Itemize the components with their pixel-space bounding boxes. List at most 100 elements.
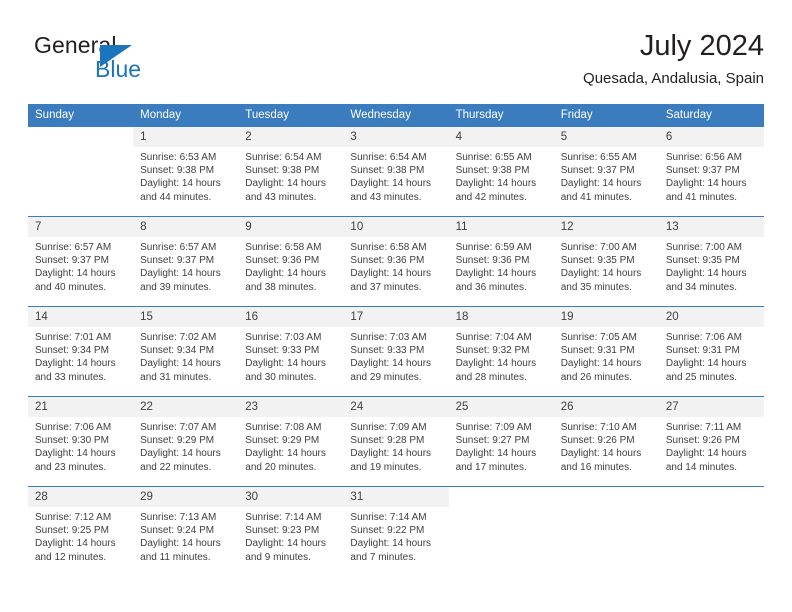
- day-detail-line: and 31 minutes.: [140, 371, 212, 383]
- day-detail-line: Daylight: 14 hours: [665, 268, 747, 280]
- calendar-day-cell[interactable]: 20 Sunrise: 7:06 AM Sunset: 9:31 PM Dayligh…: [658, 306, 764, 397]
- day-detail-line: Sunrise: 6:54 AM: [350, 152, 427, 163]
- day-detail-line: Sunrise: 6:57 AM: [35, 242, 112, 253]
- calendar-day-cell[interactable]: 15 Sunrise: 7:02 AM Sunset: 9:34 PM Dayligh…: [133, 306, 239, 397]
- day-number: 8: [133, 217, 239, 237]
- calendar-week-row: 21 Sunrise: 7:06 AM Sunset: 9:30 PM Dayligh…: [28, 396, 764, 487]
- calendar-day-cell[interactable]: 9 Sunrise: 6:58 AM Sunset: 9:36 PM Daylight…: [238, 216, 344, 307]
- day-number: 4: [448, 127, 554, 147]
- calendar-day-cell[interactable]: 22 Sunrise: 7:07 AM Sunset: 9:29 PM Dayligh…: [133, 396, 239, 487]
- day-detail-line: Sunset: 9:27 PM: [455, 435, 530, 447]
- calendar-day-cell[interactable]: 31 Sunrise: 7:14 AM Sunset: 9:22 PM Dayligh…: [343, 486, 449, 577]
- day-detail-line: Sunrise: 7:08 AM: [245, 422, 322, 433]
- day-detail-line: and 35 minutes.: [560, 281, 632, 293]
- day-detail-line: and 44 minutes.: [140, 191, 212, 203]
- day-number: 3: [343, 127, 449, 147]
- calendar-day-cell[interactable]: 8 Sunrise: 6:57 AM Sunset: 9:37 PM Daylight…: [133, 216, 239, 307]
- day-details: [28, 147, 133, 151]
- calendar-day-cell[interactable]: 4 Sunrise: 6:55 AM Sunset: 9:38 PM Daylight…: [448, 126, 554, 217]
- day-detail-line: and 12 minutes.: [35, 551, 107, 563]
- day-detail-line: Daylight: 14 hours: [560, 268, 642, 280]
- day-detail-line: and 26 minutes.: [560, 371, 632, 383]
- day-detail-line: Sunrise: 7:00 AM: [560, 242, 637, 253]
- calendar-week-row: 1 Sunrise: 6:53 AM Sunset: 9:38 PM Daylight…: [28, 126, 764, 217]
- day-detail-line: Sunset: 9:32 PM: [455, 345, 530, 357]
- day-number: 29: [133, 487, 239, 507]
- day-detail-line: and 17 minutes.: [455, 461, 527, 473]
- day-details: Sunrise: 7:04 AM Sunset: 9:32 PM Daylight:…: [449, 327, 554, 384]
- day-details: Sunrise: 7:13 AM Sunset: 9:24 PM Daylight:…: [133, 507, 238, 564]
- day-details: Sunrise: 7:11 AM Sunset: 9:26 PM Daylight:…: [659, 417, 764, 474]
- day-detail-line: and 11 minutes.: [140, 551, 211, 563]
- calendar-day-cell[interactable]: 2 Sunrise: 6:54 AM Sunset: 9:38 PM Daylight…: [238, 126, 344, 217]
- calendar-day-cell[interactable]: 11 Sunrise: 6:59 AM Sunset: 9:36 PM Dayligh…: [448, 216, 554, 307]
- calendar-day-cell[interactable]: 24 Sunrise: 7:09 AM Sunset: 9:28 PM Dayligh…: [343, 396, 449, 487]
- day-number: 11: [448, 217, 554, 237]
- day-detail-line: Daylight: 14 hours: [140, 358, 221, 370]
- day-details: Sunrise: 7:07 AM Sunset: 9:29 PM Daylight:…: [133, 417, 238, 474]
- calendar-week-row: 7 Sunrise: 6:57 AM Sunset: 9:37 PM Daylight…: [28, 216, 764, 307]
- day-details: Sunrise: 7:05 AM Sunset: 9:31 PM Daylight:…: [554, 327, 659, 384]
- day-detail-line: and 36 minutes.: [455, 281, 527, 293]
- calendar-day-cell[interactable]: 12 Sunrise: 7:00 AM Sunset: 9:35 PM Dayligh…: [553, 216, 659, 307]
- day-detail-line: and 28 minutes.: [455, 371, 527, 383]
- day-details: Sunrise: 7:09 AM Sunset: 9:28 PM Daylight:…: [343, 417, 448, 474]
- calendar-day-cell[interactable]: 6 Sunrise: 6:56 AM Sunset: 9:37 PM Daylight…: [658, 126, 764, 217]
- day-number: 5: [553, 127, 659, 147]
- calendar-day-cell[interactable]: 7 Sunrise: 6:57 AM Sunset: 9:37 PM Daylight…: [28, 216, 134, 307]
- day-number: 21: [28, 397, 134, 417]
- day-number: 12: [553, 217, 659, 237]
- day-detail-line: Sunrise: 6:55 AM: [560, 152, 637, 163]
- day-detail-line: Sunset: 9:37 PM: [35, 255, 109, 267]
- calendar-page: General Blue July 2024 Quesada, Andalusi…: [0, 0, 792, 612]
- calendar-day-cell[interactable]: 25 Sunrise: 7:09 AM Sunset: 9:27 PM Dayligh…: [448, 396, 554, 487]
- day-details: Sunrise: 7:09 AM Sunset: 9:27 PM Daylight:…: [449, 417, 554, 474]
- day-number: 17: [343, 307, 449, 327]
- calendar-day-cell[interactable]: 26 Sunrise: 7:10 AM Sunset: 9:26 PM Dayligh…: [553, 396, 659, 487]
- day-detail-line: Sunrise: 7:11 AM: [665, 422, 742, 433]
- day-detail-line: Sunrise: 7:12 AM: [35, 512, 112, 523]
- day-detail-line: Sunrise: 7:00 AM: [665, 242, 742, 253]
- calendar-day-cell[interactable]: 5 Sunrise: 6:55 AM Sunset: 9:37 PM Daylight…: [553, 126, 659, 217]
- calendar-day-cell[interactable]: 29 Sunrise: 7:13 AM Sunset: 9:24 PM Dayligh…: [133, 486, 239, 577]
- brand-logo[interactable]: General Blue: [34, 32, 214, 90]
- day-detail-line: Daylight: 14 hours: [455, 448, 537, 460]
- day-details: Sunrise: 6:54 AM Sunset: 9:38 PM Daylight:…: [343, 147, 448, 204]
- calendar-day-cell[interactable]: 17 Sunrise: 7:03 AM Sunset: 9:33 PM Dayligh…: [343, 306, 449, 397]
- day-detail-line: and 16 minutes.: [560, 461, 632, 473]
- calendar-day-cell[interactable]: 18 Sunrise: 7:04 AM Sunset: 9:32 PM Dayligh…: [448, 306, 554, 397]
- day-details: Sunrise: 7:06 AM Sunset: 9:31 PM Daylight:…: [659, 327, 764, 384]
- day-detail-line: Sunrise: 7:06 AM: [665, 332, 742, 343]
- day-detail-line: Sunset: 9:37 PM: [560, 165, 635, 177]
- calendar-day-cell[interactable]: 27 Sunrise: 7:11 AM Sunset: 9:26 PM Dayligh…: [658, 396, 764, 487]
- day-detail-line: Sunset: 9:37 PM: [140, 255, 215, 267]
- day-detail-line: and 20 minutes.: [245, 461, 317, 473]
- day-detail-line: Sunset: 9:26 PM: [665, 435, 740, 447]
- calendar-day-cell[interactable]: 10 Sunrise: 6:58 AM Sunset: 9:36 PM Dayligh…: [343, 216, 449, 307]
- day-detail-line: Sunset: 9:34 PM: [140, 345, 215, 357]
- day-detail-line: Sunset: 9:26 PM: [560, 435, 635, 447]
- calendar-day-cell[interactable]: 16 Sunrise: 7:03 AM Sunset: 9:33 PM Dayligh…: [238, 306, 344, 397]
- calendar-day-cell[interactable]: 13 Sunrise: 7:00 AM Sunset: 9:35 PM Dayligh…: [658, 216, 764, 307]
- day-detail-line: Sunrise: 7:04 AM: [455, 332, 532, 343]
- calendar-day-cell[interactable]: 21 Sunrise: 7:06 AM Sunset: 9:30 PM Dayligh…: [28, 396, 134, 487]
- day-details: Sunrise: 7:03 AM Sunset: 9:33 PM Daylight:…: [238, 327, 343, 384]
- calendar-day-cell[interactable]: 30 Sunrise: 7:14 AM Sunset: 9:23 PM Dayligh…: [238, 486, 344, 577]
- day-detail-line: and 19 minutes.: [350, 461, 422, 473]
- day-details: Sunrise: 7:03 AM Sunset: 9:33 PM Daylight:…: [343, 327, 448, 384]
- day-detail-line: Daylight: 14 hours: [35, 448, 116, 460]
- day-detail-line: and 40 minutes.: [35, 281, 107, 293]
- calendar-day-cell[interactable]: 19 Sunrise: 7:05 AM Sunset: 9:31 PM Dayligh…: [553, 306, 659, 397]
- calendar-day-cell[interactable]: 28 Sunrise: 7:12 AM Sunset: 9:25 PM Dayligh…: [28, 486, 134, 577]
- day-detail-line: and 43 minutes.: [350, 191, 422, 203]
- calendar-day-cell[interactable]: 14 Sunrise: 7:01 AM Sunset: 9:34 PM Dayligh…: [28, 306, 134, 397]
- day-detail-line: and 39 minutes.: [140, 281, 212, 293]
- day-detail-line: Daylight: 14 hours: [350, 358, 432, 370]
- calendar-day-cell[interactable]: 23 Sunrise: 7:08 AM Sunset: 9:29 PM Dayligh…: [238, 396, 344, 487]
- calendar-day-cell[interactable]: 3 Sunrise: 6:54 AM Sunset: 9:38 PM Daylight…: [343, 126, 449, 217]
- calendar-day-cell[interactable]: 1 Sunrise: 6:53 AM Sunset: 9:38 PM Daylight…: [133, 126, 239, 217]
- day-detail-line: Sunrise: 6:54 AM: [245, 152, 322, 163]
- day-number: [28, 127, 134, 147]
- day-number: 27: [658, 397, 764, 417]
- day-details: [659, 507, 764, 511]
